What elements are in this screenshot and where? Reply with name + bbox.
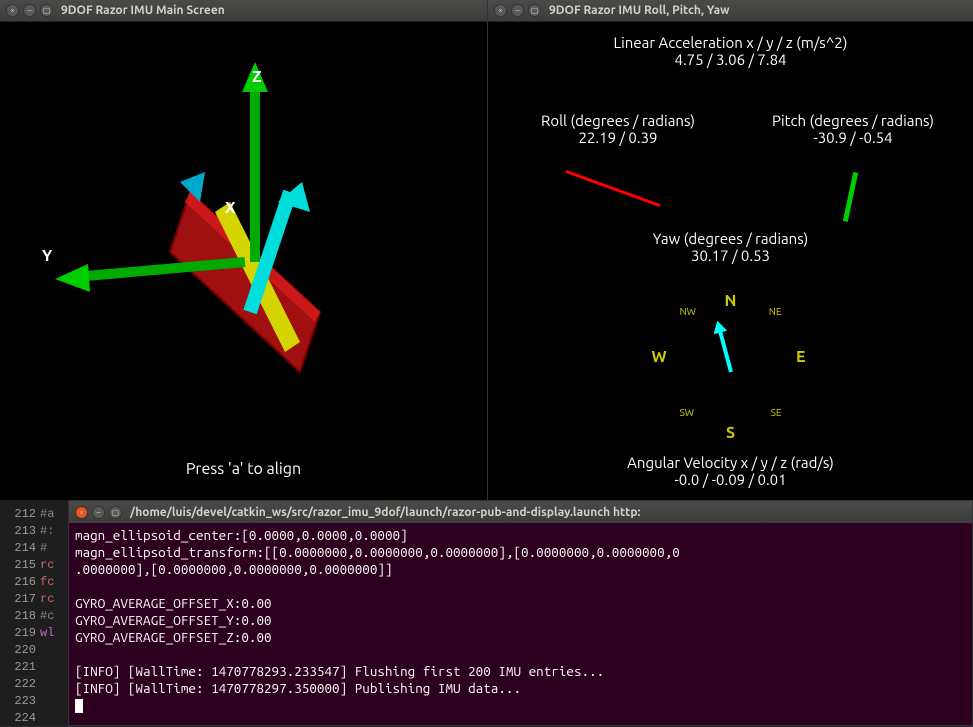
roll-value: 22.19 / 0.39 (508, 129, 728, 146)
line-number: 214 (0, 540, 40, 557)
compass-n: N (725, 292, 737, 310)
code-fragment: rc (40, 557, 68, 574)
code-fragment: #: (40, 523, 68, 540)
line-number: 213 (0, 523, 40, 540)
compass-ne: NE (769, 306, 782, 317)
line-number: 217 (0, 591, 40, 608)
line-number: 218 (0, 608, 40, 625)
code-fragment: fc (40, 574, 68, 591)
linaccel-value: 4.75 / 3.06 / 7.84 (488, 51, 973, 68)
align-hint: Press 'a' to align (0, 460, 487, 478)
minimize-icon[interactable]: – (511, 4, 524, 17)
right-titlebar: × – ▢ 9DOF Razor IMU Roll, Pitch, Yaw (488, 0, 973, 22)
line-number: 219 (0, 625, 40, 642)
yaw-label: Yaw (degrees / radians) (488, 230, 973, 247)
rpy-canvas[interactable]: Linear Acceleration x / y / z (m/s^2) 4.… (488, 22, 973, 500)
right-window-title: 9DOF Razor IMU Roll, Pitch, Yaw (549, 4, 729, 17)
compass-nw: NW (680, 306, 696, 317)
compass-e: E (796, 348, 806, 366)
maximize-icon[interactable]: ▢ (528, 4, 541, 17)
line-number: 215 (0, 557, 40, 574)
close-icon[interactable]: × (494, 4, 507, 17)
pitch-indicator (843, 172, 858, 222)
roll-indicator (566, 170, 661, 207)
maximize-icon[interactable]: ▢ (109, 506, 122, 519)
angvel-label: Angular Velocity x / y / z (rad/s) (488, 454, 973, 471)
pitch-label: Pitch (degrees / radians) (743, 112, 963, 129)
left-window-title: 9DOF Razor IMU Main Screen (61, 4, 225, 17)
line-number: 220 (0, 642, 40, 659)
left-titlebar: × – ▢ 9DOF Razor IMU Main Screen (0, 0, 487, 22)
close-icon[interactable]: × (75, 506, 88, 519)
viz3d-canvas[interactable]: Z X Y Press 'a' to align (0, 22, 487, 500)
axis-x-label: X (225, 199, 236, 217)
terminal-titlebar: × – ▢ /home/luis/devel/catkin_ws/src/raz… (69, 501, 972, 523)
line-number: 223 (0, 693, 40, 710)
line-number: 224 (0, 710, 40, 727)
compass-sw: SW (680, 407, 694, 418)
compass-w: W (652, 348, 667, 366)
yaw-value: 30.17 / 0.53 (488, 247, 973, 264)
minimize-icon[interactable]: – (23, 4, 36, 17)
line-gutter: 212213214215216217218219220221222223224 (0, 500, 40, 726)
code-fragment: #a (40, 506, 68, 523)
terminal-window: × – ▢ /home/luis/devel/catkin_ws/src/raz… (68, 500, 973, 726)
line-number: 216 (0, 574, 40, 591)
code-sliver: #a#:# rcfc rc#c wl (40, 500, 68, 726)
axis-y-label: Y (42, 247, 52, 265)
terminal-body[interactable]: magn_ellipsoid_center:[0.0000,0.0000,0.0… (69, 523, 972, 718)
axis-z-label: Z (252, 68, 262, 86)
cursor (75, 699, 83, 713)
line-number: 221 (0, 659, 40, 676)
line-number: 212 (0, 506, 40, 523)
maximize-icon[interactable]: ▢ (40, 4, 53, 17)
roll-label: Roll (degrees / radians) (508, 112, 728, 129)
main-3d-window: × – ▢ 9DOF Razor IMU Main Screen (0, 0, 488, 500)
code-fragment: rc (40, 591, 68, 608)
code-fragment: #c (40, 608, 68, 625)
compass-s: S (726, 424, 735, 442)
code-fragment: wl (40, 625, 68, 642)
rpy-window: × – ▢ 9DOF Razor IMU Roll, Pitch, Yaw Li… (488, 0, 973, 500)
compass-se: SE (771, 407, 782, 418)
line-number: 222 (0, 676, 40, 693)
minimize-icon[interactable]: – (92, 506, 105, 519)
imu-3d-visualization (20, 52, 460, 452)
terminal-title: /home/luis/devel/catkin_ws/src/razor_imu… (130, 506, 641, 519)
close-icon[interactable]: × (6, 4, 19, 17)
code-fragment: # (40, 540, 68, 557)
angvel-value: -0.0 / -0.09 / 0.01 (488, 471, 973, 488)
linaccel-label: Linear Acceleration x / y / z (m/s^2) (488, 34, 973, 51)
pitch-value: -30.9 / -0.54 (743, 129, 963, 146)
